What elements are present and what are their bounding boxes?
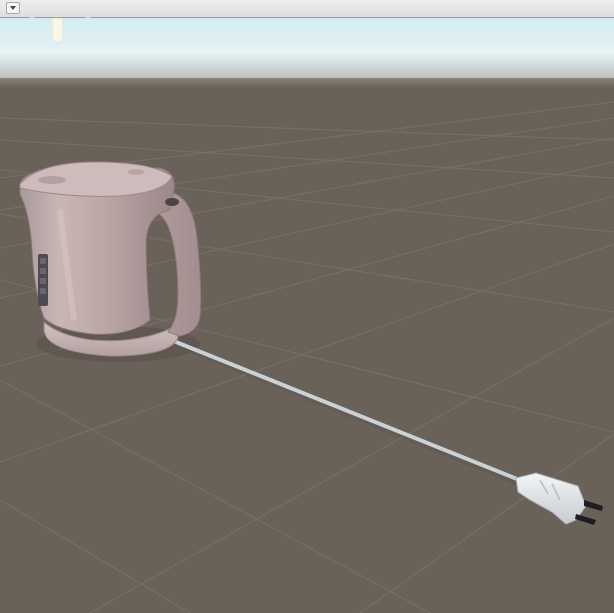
- gizmo-light-handle[interactable]: [53, 19, 62, 41]
- scene-canvas[interactable]: [0, 18, 614, 613]
- scene-editor-window: [0, 0, 614, 613]
- kettle-control-panel: [38, 254, 48, 306]
- horizon-band: [0, 78, 614, 88]
- scene-toolbar: [0, 0, 614, 18]
- kettle-lid-button: [38, 176, 66, 184]
- sky: [0, 18, 614, 82]
- dropdown-toggle-button[interactable]: [6, 2, 20, 14]
- kettle-vent: [128, 169, 144, 175]
- scene-viewport[interactable]: [0, 18, 614, 613]
- chevron-down-icon: [10, 6, 16, 10]
- kettle-switch: [165, 198, 179, 206]
